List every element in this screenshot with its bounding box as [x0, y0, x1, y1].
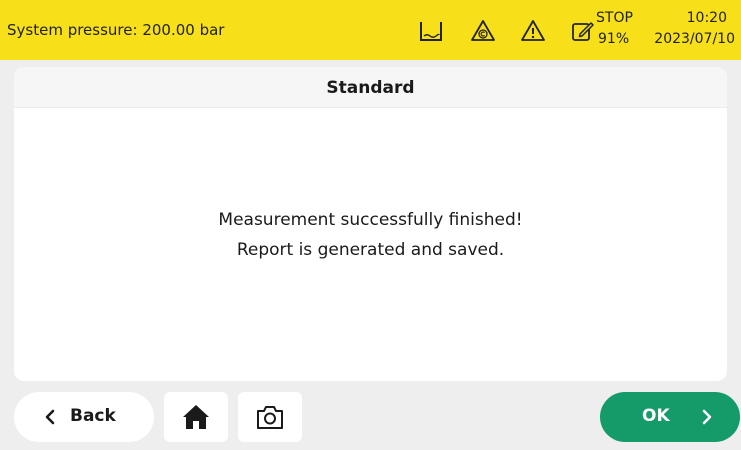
ok-button-label: OK: [642, 406, 670, 426]
basin-icon: [418, 18, 444, 44]
chevron-right-icon: [700, 408, 714, 431]
back-button-label: Back: [70, 406, 116, 426]
stop-label: STOP: [596, 10, 633, 26]
copyright-warning-icon: [470, 18, 496, 44]
clock-time: 10:20: [686, 10, 727, 26]
panel-title: Standard: [14, 67, 727, 108]
message-line-1: Measurement successfully finished!: [218, 210, 523, 230]
message-line-2: Report is generated and saved.: [236, 240, 505, 260]
edit-note-icon: [570, 18, 596, 44]
status-bar: System pressure: 200.00 bar STOP 91% 10:…: [0, 0, 741, 60]
back-button[interactable]: Back: [14, 392, 154, 442]
warning-icon: [520, 18, 546, 44]
screenshot-button[interactable]: [238, 392, 302, 442]
chevron-left-icon: [43, 408, 57, 431]
result-message: Measurement successfully finished! Repor…: [14, 205, 727, 265]
system-pressure-text: System pressure: 200.00 bar: [7, 21, 225, 39]
message-panel: Standard Measurement successfully finish…: [14, 67, 727, 381]
clock-date: 2023/07/10: [654, 31, 735, 47]
stop-percent: 91%: [598, 31, 630, 47]
home-button[interactable]: [164, 392, 228, 442]
ok-button[interactable]: OK: [600, 392, 740, 442]
